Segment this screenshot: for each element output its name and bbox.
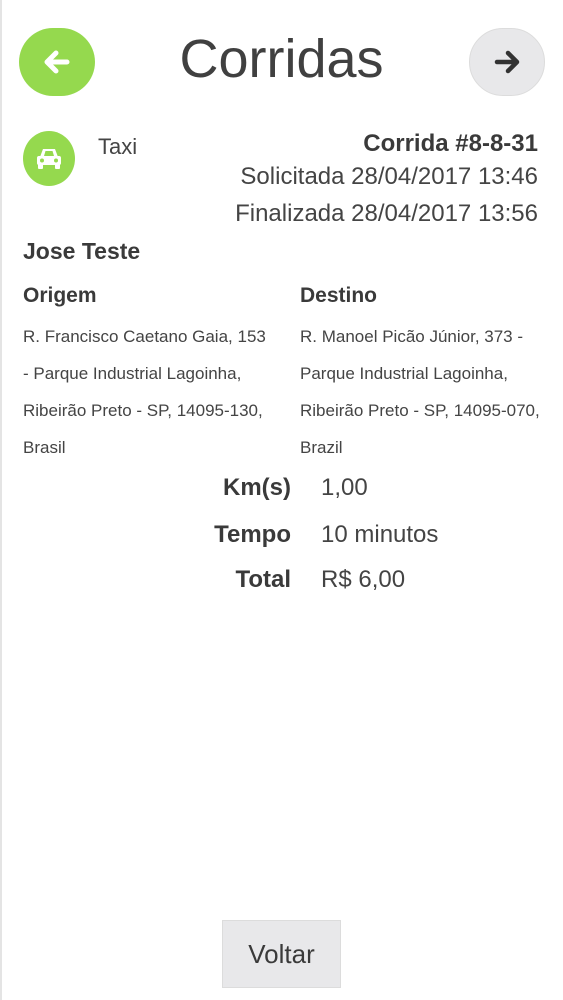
stat-label: Total [235, 566, 291, 593]
origin-address: R. Francisco Caetano Gaia, 153 - Parque … [23, 318, 273, 466]
taxi-icon-badge [23, 131, 75, 186]
stat-row-time: Tempo 10 minutos [0, 521, 563, 557]
passenger-name: Jose Teste [23, 238, 141, 264]
forward-button[interactable] [469, 28, 545, 96]
destination-address-line: Ribeirão Preto - SP, 14095-070, [300, 401, 540, 420]
stat-row-distance: Km(s) 1,00 [0, 474, 563, 510]
destination-address-line: Brazil [300, 438, 343, 457]
destination-title: Destino [300, 284, 378, 307]
stat-label: Tempo [214, 521, 291, 548]
destination-address: R. Manoel Picão Júnior, 373 - Parque Ind… [300, 318, 550, 466]
taxi-icon [37, 148, 61, 169]
origin-address-line: R. Francisco Caetano Gaia, 153 [23, 327, 266, 346]
origin-title: Origem [23, 284, 97, 307]
ride-id: Corrida #8-8-31 [363, 130, 538, 157]
voltar-button[interactable]: Voltar [222, 920, 341, 988]
origin-address-line: Brasil [23, 438, 66, 457]
stat-value: 1,00 [321, 474, 368, 501]
stat-value: 10 minutos [321, 521, 439, 548]
origin-address-line: Ribeirão Preto - SP, 14095-130, [23, 401, 263, 420]
ride-requested-time: Solicitada 28/04/2017 13:46 [240, 163, 538, 190]
ride-finished-time: Finalizada 28/04/2017 13:56 [235, 200, 538, 227]
stat-row-total: Total R$ 6,00 [0, 566, 563, 602]
origin-address-line: - Parque Industrial Lagoinha, [23, 364, 242, 383]
service-type-label: Taxi [98, 134, 138, 159]
stat-label: Km(s) [222, 474, 291, 501]
arrow-right-icon [494, 50, 520, 74]
destination-address-line: R. Manoel Picão Júnior, 373 - [300, 327, 524, 346]
stat-value: R$ 6,00 [321, 566, 406, 593]
destination-address-line: Parque Industrial Lagoinha, [300, 364, 508, 383]
